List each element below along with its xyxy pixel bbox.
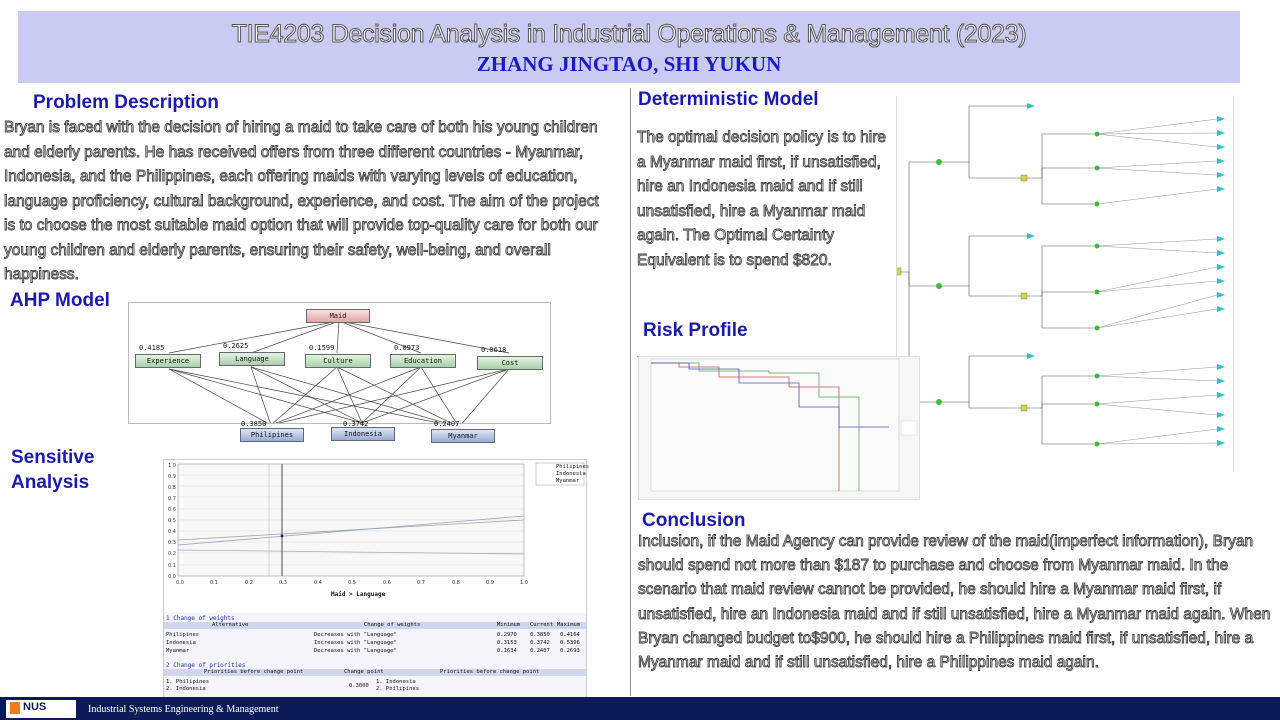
poster-title: TIE4203 Decision Analysis in Industrial … — [231, 20, 1027, 49]
change-point-value: 0.3000 — [349, 683, 369, 689]
svg-text:0.6: 0.6 — [383, 580, 391, 586]
sensitivity-legend-item: Myanmar — [556, 478, 580, 484]
table-cell-change: Increases with "Language" — [314, 640, 397, 646]
table-cell-alt: Myanmar — [166, 648, 190, 654]
sensitivity-x-axis-label: Maid > Language — [331, 591, 386, 598]
ahp-criterion-node: Cost — [477, 356, 543, 370]
sensitivity-heading-line2: Analysis — [11, 472, 90, 493]
ahp-criterion-weight: 0.0973 — [394, 344, 420, 352]
sensitivity-heading-line1: Sensitive — [11, 447, 95, 468]
svg-text:0.7: 0.7 — [168, 496, 176, 502]
table-cell-change: Decreases with "Language" — [314, 648, 397, 654]
priority-after-item: 1. Indonesia — [376, 679, 416, 685]
svg-text:0.9: 0.9 — [168, 474, 176, 480]
sensitivity-table: 1 Change of weights Alternative Change o… — [164, 613, 586, 698]
risk-profile-chart — [638, 356, 920, 500]
title-banner: TIE4203 Decision Analysis in Industrial … — [18, 11, 1240, 83]
svg-text:0.2: 0.2 — [168, 551, 176, 557]
sensitivity-panel: 1.0 0.9 0.8 0.7 0.6 0.5 0.4 0.3 0.2 0.1 0.0 0.0 0… — [163, 459, 590, 699]
decision-tree-diagram — [896, 96, 1234, 472]
table-cell-cur: 0.2407 — [530, 648, 550, 654]
col-after: Priorities before change point — [440, 669, 540, 675]
poster-authors: ZHANG JINGTAO, SHI YUKUN — [476, 52, 782, 76]
table-cell-max: 0.2693 — [560, 648, 580, 654]
conclusion-text: Inclusion, if the Maid Agency can provid… — [638, 533, 1271, 672]
col-alternative: Alternative — [212, 622, 249, 628]
svg-text:0.0: 0.0 — [176, 580, 184, 586]
conclusion-heading: Conclusion — [642, 510, 746, 531]
table-cell-cur: 0.3742 — [530, 640, 550, 646]
deterministic-text: The optimal decision policy is to hire a… — [637, 129, 887, 269]
svg-text:0.0: 0.0 — [168, 574, 176, 580]
table-cell-max: 0.4164 — [560, 632, 580, 638]
svg-text:0.2: 0.2 — [245, 580, 253, 586]
ahp-criterion-node: Education — [390, 354, 456, 368]
ahp-criterion-weight: 0.2625 — [223, 342, 249, 350]
ahp-alternative-node: Philipines — [240, 428, 304, 442]
svg-text:0.5: 0.5 — [168, 518, 176, 524]
problem-text: Bryan is faced with the decision of hiri… — [4, 119, 600, 284]
col-change-point: Change point — [344, 669, 384, 675]
table-cell-alt: Philipines — [166, 632, 200, 638]
table-cell-change: Decreases with "Language" — [314, 632, 397, 638]
svg-text:0.3: 0.3 — [279, 580, 287, 586]
svg-text:0.7: 0.7 — [417, 580, 425, 586]
crest-icon — [10, 702, 20, 714]
ahp-alternative-weight: 0.3850 — [241, 420, 267, 428]
col-current: Current — [530, 622, 554, 628]
priority-before-item: 2. Indonesia — [166, 686, 206, 692]
table-cell-min: 0.2970 — [497, 632, 517, 638]
svg-text:0.6: 0.6 — [168, 507, 176, 513]
ahp-alternative-weight: 0.2407 — [434, 420, 460, 428]
risk-heading: Risk Profile — [643, 320, 748, 341]
sensitivity-legend-item: Philipines — [556, 464, 590, 470]
ahp-diagram: Maid 0.4185 Experience 0.2625 Language 0… — [128, 302, 551, 428]
svg-text:0.9: 0.9 — [486, 580, 494, 586]
sensitivity-section1-title: 1 Change of weights — [166, 615, 235, 622]
ahp-heading: AHP Model — [10, 290, 110, 311]
col-before: Priorities before change point — [204, 669, 304, 675]
ahp-criterion-node: Experience — [135, 354, 201, 368]
priority-before-item: 1. Philipines — [166, 679, 210, 685]
ahp-criterion-weight: 0.1599 — [309, 344, 335, 352]
priority-after-item: 2. Philipines — [376, 686, 420, 692]
sensitivity-chart: 1.0 0.9 0.8 0.7 0.6 0.5 0.4 0.3 0.2 0.1 0.0 0.0 0… — [168, 462, 585, 586]
svg-text:1.0: 1.0 — [168, 463, 176, 469]
col-minimum: Minimum — [497, 622, 521, 628]
table-cell-max: 0.5396 — [560, 640, 580, 646]
table-cell-min: 0.3153 — [497, 640, 517, 646]
svg-text:0.1: 0.1 — [168, 563, 176, 569]
sensitivity-legend-item: Indonesia — [556, 471, 586, 477]
problem-heading: Problem Description — [33, 92, 219, 113]
ahp-goal-node: Maid — [306, 309, 370, 323]
table-cell-cur: 0.3850 — [530, 632, 550, 638]
ahp-alternative-node: Indonesia — [331, 427, 395, 441]
svg-text:0.4: 0.4 — [168, 529, 176, 535]
table-cell-alt: Indonesia — [166, 640, 196, 646]
col-change: Change of weights — [364, 622, 421, 628]
ahp-criterion-node: Culture — [305, 354, 371, 368]
svg-text:0.4: 0.4 — [314, 580, 322, 586]
sensitivity-section2-title: 2 Change of priorities — [166, 662, 246, 669]
svg-text:0.1: 0.1 — [210, 580, 218, 586]
svg-text:0.8: 0.8 — [168, 485, 176, 491]
nus-logo: NUS — [6, 700, 76, 718]
risk-profile-graphic — [650, 358, 918, 492]
deterministic-heading: Deterministic Model — [638, 89, 819, 110]
ahp-criterion-node: Language — [219, 352, 285, 366]
svg-text:0.8: 0.8 — [452, 580, 460, 586]
footer-department: Industrial Systems Engineering & Managem… — [88, 704, 279, 715]
svg-text:0.3: 0.3 — [168, 540, 176, 546]
column-divider — [630, 88, 631, 696]
ahp-criterion-weight: 0.4185 — [139, 344, 165, 352]
col-maximum: Maximum — [557, 622, 581, 628]
decision-tree-graphic — [897, 103, 1225, 447]
ahp-criterion-weight: 0.0618 — [481, 346, 507, 354]
table-cell-min: 0.1634 — [497, 648, 517, 654]
svg-text:0.5: 0.5 — [348, 580, 356, 586]
nus-logo-text: NUS — [23, 701, 47, 713]
svg-text:1.0: 1.0 — [520, 580, 528, 586]
ahp-alternative-node: Myanmar — [431, 429, 495, 443]
